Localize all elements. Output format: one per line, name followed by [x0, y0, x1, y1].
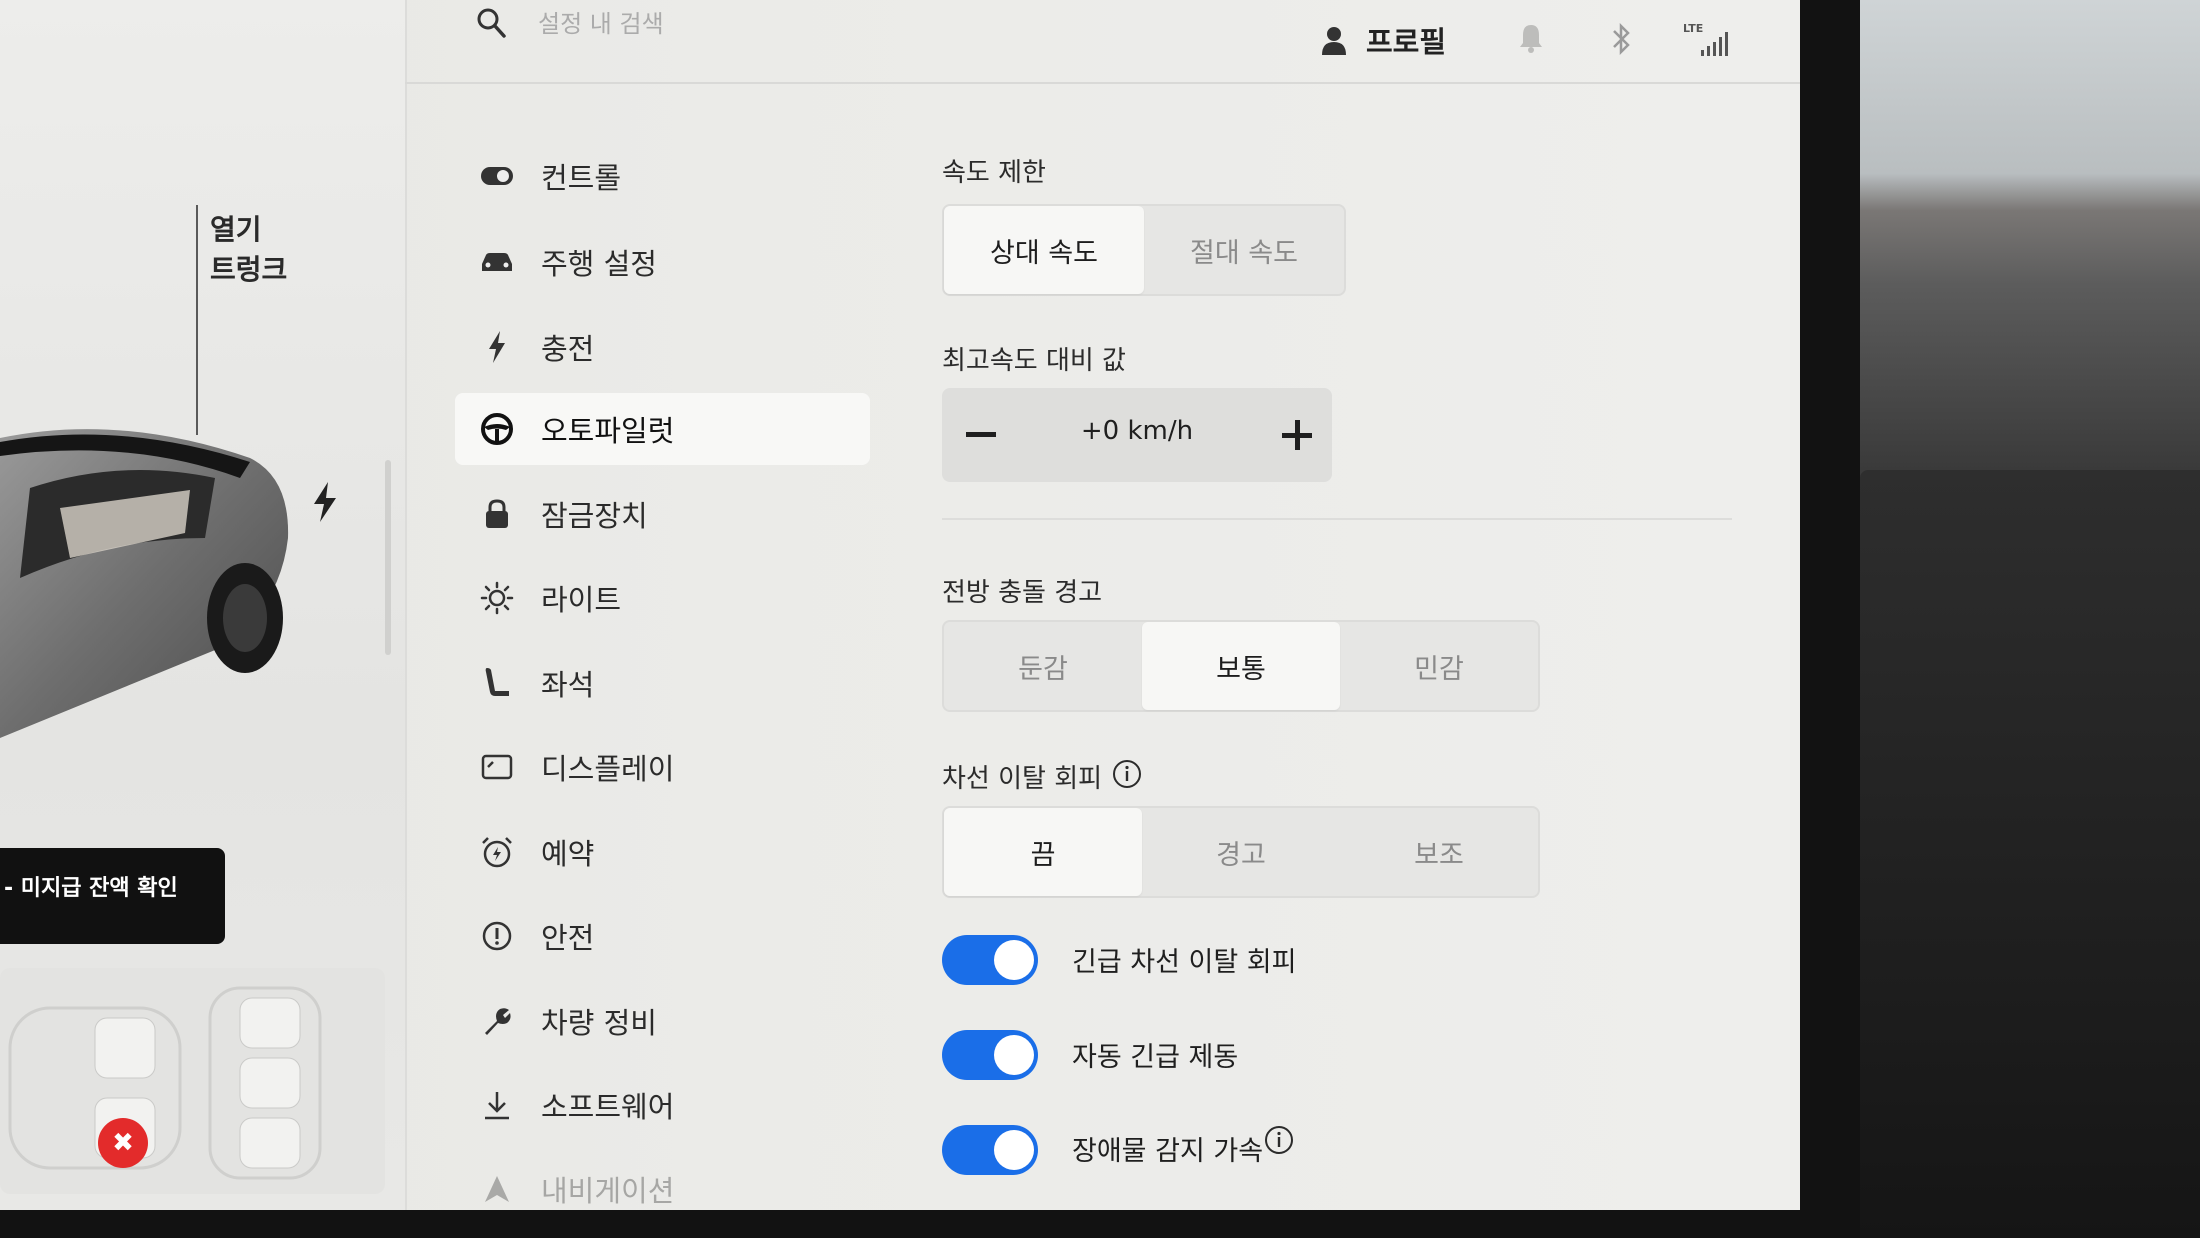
lock-icon	[479, 496, 515, 532]
info-icon[interactable]	[1264, 1125, 1294, 1155]
settings-header: 프로필 LTE	[405, 0, 1800, 84]
forward-collision-segmented-control: 둔감 보통 민감	[942, 620, 1540, 712]
sidebar-item-schedule[interactable]: 예약	[455, 816, 870, 888]
sidebar-item-autopilot[interactable]: 오토파일럿	[455, 393, 870, 465]
bluetooth-icon[interactable]	[1610, 22, 1634, 56]
seat-icon	[479, 665, 515, 701]
sidebar-item-label: 충전	[541, 332, 595, 366]
toggle-knob	[994, 940, 1034, 980]
sidebar-item-label: 예약	[541, 837, 595, 871]
forward-collision-early-option[interactable]: 민감	[1340, 622, 1538, 710]
sidebar-item-software[interactable]: 소프트웨어	[455, 1069, 870, 1141]
sidebar-item-display[interactable]: 디스플레이	[455, 731, 870, 803]
charge-port-bolt-icon[interactable]	[312, 482, 338, 522]
unpaid-balance-notice[interactable]: - 미지급 잔액 확인	[0, 848, 225, 944]
sidebar-item-label: 소프트웨어	[541, 1090, 675, 1124]
display-icon	[479, 749, 515, 785]
bell-icon[interactable]	[1518, 22, 1544, 54]
sidebar-item-seats[interactable]: 좌석	[455, 647, 870, 719]
speed-limit-absolute-option[interactable]: 절대 속도	[1144, 206, 1344, 294]
steering-wheel-icon	[479, 411, 515, 447]
sidebar-item-label: 차량 정비	[541, 1006, 657, 1040]
section-divider	[942, 518, 1732, 520]
seatbelt-warning-icon: ✖	[98, 1118, 148, 1168]
sidebar-item-driving[interactable]: 주행 설정	[455, 226, 870, 298]
sidebar-item-locks[interactable]: 잠금장치	[455, 478, 870, 550]
toggle-knob	[994, 1035, 1034, 1075]
person-icon	[1322, 27, 1346, 55]
toggle-knob	[994, 1130, 1034, 1170]
sidebar-item-navigation[interactable]: 내비게이션	[455, 1153, 870, 1210]
automatic-emergency-braking-toggle[interactable]	[942, 1030, 1038, 1080]
sidebar-item-label: 잠금장치	[541, 499, 648, 533]
sidebar-item-label: 디스플레이	[541, 752, 675, 786]
sidebar-item-service[interactable]: 차량 정비	[455, 985, 870, 1057]
forward-collision-title: 전방 충돌 경고	[942, 578, 1103, 608]
speed-offset-increase-button[interactable]	[1272, 410, 1322, 460]
sidebar-item-charging[interactable]: 충전	[455, 311, 870, 383]
download-icon	[479, 1087, 515, 1123]
car-render	[0, 429, 289, 738]
search-icon[interactable]	[475, 6, 507, 40]
emergency-lane-departure-label: 긴급 차선 이탈 회피	[1072, 947, 1297, 978]
sidebar-item-label: 라이트	[541, 583, 622, 617]
lane-departure-title: 차선 이탈 회피	[942, 764, 1103, 794]
trunk-pointer-line	[196, 205, 198, 435]
alarm-clock-icon	[479, 834, 515, 870]
car-visualization-panel: 열기 트렁크 - 미지급 잔액 확인 ✖	[0, 0, 407, 1210]
obstacle-aware-acceleration-toggle[interactable]	[942, 1125, 1038, 1175]
seat-diagram	[8, 986, 322, 1180]
background-dashboard	[1860, 470, 2200, 1238]
lane-departure-segmented-control: 끔 경고 보조	[942, 806, 1540, 898]
open-trunk-label-line1[interactable]: 열기	[210, 208, 262, 248]
speed-offset-stepper: +0 km/h	[942, 388, 1332, 482]
settings-search-input[interactable]	[538, 4, 838, 44]
sidebar-item-label: 좌석	[541, 668, 595, 702]
alert-circle-icon	[479, 918, 515, 954]
sidebar-item-label: 내비게이션	[541, 1174, 675, 1208]
navigation-icon	[479, 1171, 515, 1207]
screen-bezel	[1800, 0, 1860, 1238]
lane-departure-assist-option[interactable]: 보조	[1340, 808, 1538, 896]
plus-icon	[1282, 420, 1312, 450]
profile-label: 프로필	[1366, 25, 1447, 59]
emergency-lane-departure-toggle[interactable]	[942, 935, 1038, 985]
lane-departure-warning-option[interactable]: 경고	[1142, 808, 1340, 896]
obstacle-aware-acceleration-label: 장애물 감지 가속	[1072, 1136, 1264, 1167]
automatic-emergency-braking-label: 자동 긴급 제동	[1072, 1042, 1239, 1073]
forward-collision-medium-option[interactable]: 보통	[1142, 622, 1340, 710]
sidebar-item-safety[interactable]: 안전	[455, 900, 870, 972]
sidebar-item-label: 안전	[541, 921, 595, 955]
seat-occupancy-map	[0, 968, 385, 1194]
lane-departure-off-option[interactable]: 끔	[944, 808, 1142, 896]
speed-limit-relative-option[interactable]: 상대 속도	[944, 206, 1144, 294]
light-icon	[479, 580, 515, 616]
open-trunk-label-line2[interactable]: 트렁크	[210, 248, 287, 288]
toggle-icon	[479, 158, 515, 194]
speed-offset-title: 최고속도 대비 값	[942, 346, 1126, 376]
panel-scroll-handle[interactable]	[385, 460, 391, 655]
sidebar-item-label: 주행 설정	[541, 247, 657, 281]
bolt-icon	[479, 329, 515, 365]
info-icon[interactable]	[1112, 759, 1142, 789]
wrench-icon	[479, 1003, 515, 1039]
screen-bezel-bottom	[0, 1208, 1810, 1238]
touchscreen: 열기 트렁크 - 미지급 잔액 확인 ✖ 설정 내 검색 프로필 LTE 컨트롤…	[0, 0, 1800, 1210]
speed-limit-title: 속도 제한	[942, 158, 1046, 188]
sidebar-item-controls[interactable]: 컨트롤	[455, 140, 870, 212]
cellular-signal-icon: LTE	[1683, 22, 1728, 56]
sidebar-item-lights[interactable]: 라이트	[455, 562, 870, 634]
car-icon	[479, 244, 515, 280]
profile-button[interactable]: 프로필	[1320, 18, 1446, 62]
speed-limit-segmented-control: 상대 속도 절대 속도	[942, 204, 1346, 296]
sidebar-item-label: 컨트롤	[541, 161, 622, 195]
forward-collision-late-option[interactable]: 둔감	[944, 622, 1142, 710]
lte-label: LTE	[1683, 22, 1703, 35]
sidebar-item-label: 오토파일럿	[541, 414, 675, 448]
